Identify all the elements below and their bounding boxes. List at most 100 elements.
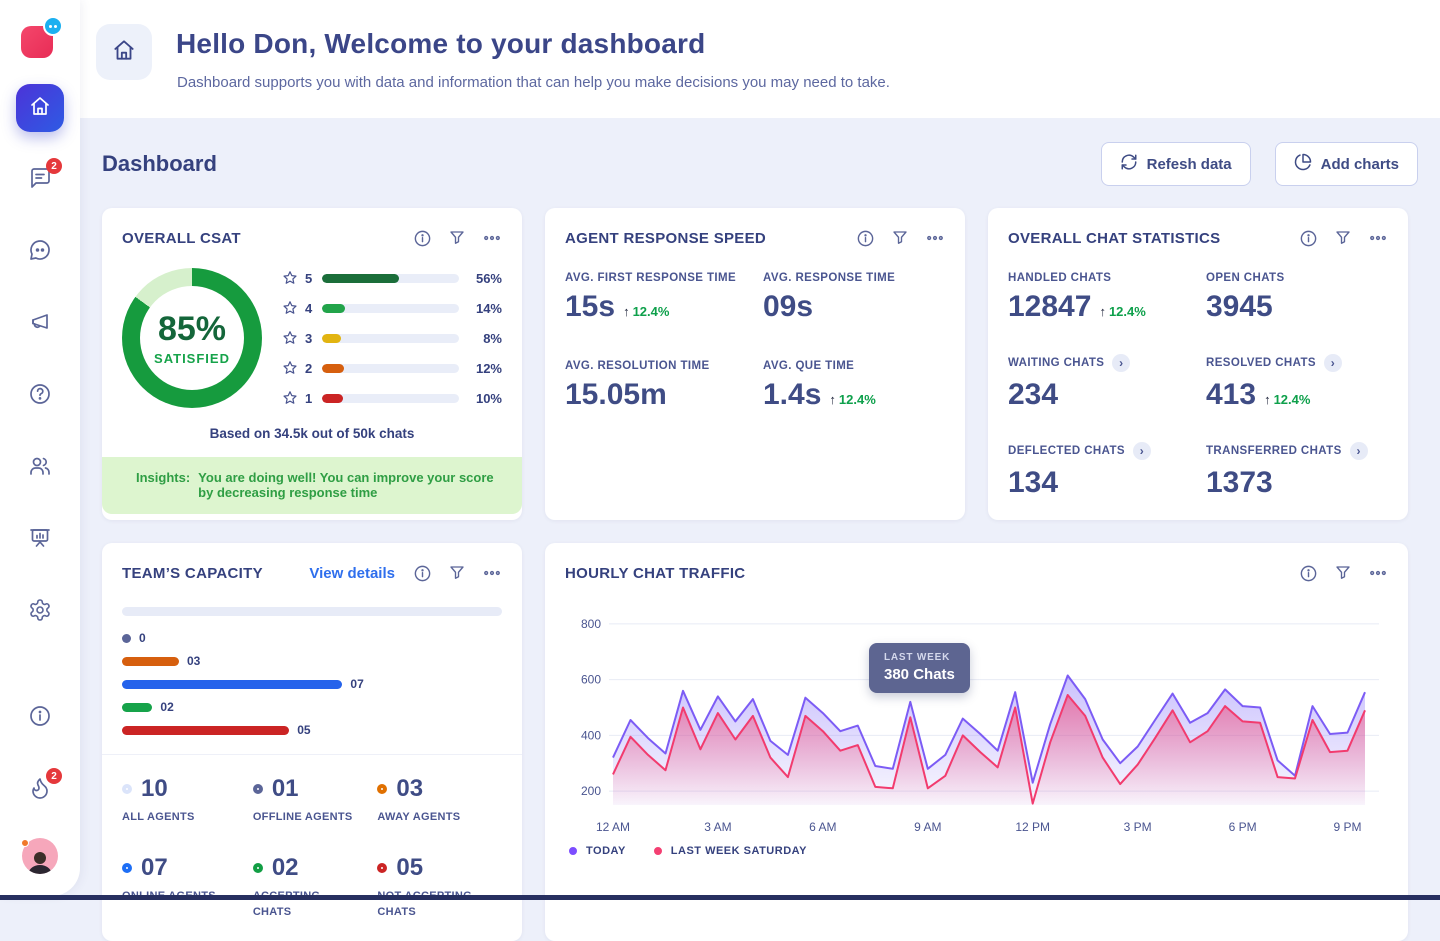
svg-text:12 PM: 12 PM — [1015, 820, 1050, 834]
agent-count: 10 — [141, 775, 168, 802]
legend-item[interactable]: LAST WEEK SATURDAY — [653, 845, 807, 857]
agent-count: 07 — [141, 853, 168, 881]
legend-ring-icon — [569, 847, 577, 855]
info-icon[interactable] — [856, 229, 875, 248]
star-icon — [282, 390, 298, 406]
status-ring-icon — [252, 784, 263, 794]
sidebar-item-teams[interactable] — [16, 444, 64, 492]
chevron-right-icon[interactable]: › — [1349, 442, 1368, 460]
traffic-chart[interactable]: 200 400 600 800 12 AM 3 AM 6 AM 9 AM 12 PM 3 PM 6 … — [565, 593, 1388, 841]
capacity-bar-value: 02 — [160, 700, 174, 714]
metric-value: 3945 — [1206, 290, 1273, 323]
csat-ratings: 5 56% 4 14% 3 8% 2 12% 1 10% — [282, 270, 502, 406]
more-menu-icon[interactable] — [1368, 563, 1388, 583]
sidebar-item-reports[interactable] — [16, 516, 64, 564]
capacity-bars: 0 03 07 02 05 — [122, 630, 502, 738]
metric-label: AVG. FIRST RESPONSE TIME — [565, 272, 737, 284]
metric-tile: RESOLVED CHATS › 413 ↑ 12.4% — [1206, 354, 1388, 412]
svg-text:600: 600 — [581, 673, 601, 687]
filter-icon[interactable] — [1334, 564, 1352, 582]
view-details-link[interactable]: View details — [309, 565, 395, 582]
svg-text:12 AM: 12 AM — [596, 820, 630, 834]
insights-label: Insights: — [136, 470, 191, 485]
sidebar: 2 2 — [0, 0, 80, 896]
info-icon[interactable] — [413, 229, 432, 248]
metric-value: 12847 — [1008, 290, 1092, 323]
sidebar-item-info[interactable] — [16, 694, 64, 742]
chevron-right-icon[interactable]: › — [1112, 354, 1131, 372]
capacity-bar-row: 02 — [122, 699, 502, 715]
rating-percent: 56% — [475, 270, 502, 286]
metric-tile: TRANSFERRED CHATS › 1373 — [1206, 442, 1388, 500]
filter-icon[interactable] — [891, 229, 909, 247]
chat-stats-title: OVERALL CHAT STATISTICS — [1008, 229, 1221, 247]
main-content: Dashboard Refesh data Add charts OVERALL… — [80, 118, 1440, 941]
sidebar-item-campaigns[interactable] — [16, 300, 64, 348]
csat-insights: Insights: You are doing well! You can im… — [102, 457, 522, 514]
header-home-chip[interactable] — [96, 24, 152, 80]
info-icon[interactable] — [1299, 229, 1318, 248]
metric-tile: WAITING CHATS › 234 — [1008, 354, 1190, 412]
agent-stat-label: ALL AGENTS — [122, 811, 195, 823]
sidebar-item-conversations[interactable] — [16, 228, 64, 276]
status-ring-icon — [122, 784, 132, 794]
svg-text:3 AM: 3 AM — [704, 820, 731, 834]
refresh-icon — [1120, 153, 1138, 175]
star-icon — [282, 270, 298, 286]
metric-value: 1373 — [1206, 466, 1273, 499]
agent-stat: 02 ACCEPTING CHATS — [252, 854, 378, 921]
svg-text:3 PM: 3 PM — [1124, 820, 1152, 834]
agent-stat-label: ACCEPTING CHATS — [252, 890, 320, 918]
more-menu-icon[interactable] — [482, 228, 502, 248]
rating-percent: 8% — [483, 330, 502, 346]
sidebar-item-home[interactable] — [16, 84, 64, 132]
csat-rating-row: 4 14% — [282, 300, 502, 316]
home-icon — [28, 94, 52, 123]
more-menu-icon[interactable] — [1368, 228, 1388, 248]
capacity-bar — [122, 725, 290, 735]
info-icon[interactable] — [1299, 564, 1318, 583]
chats-badge: 2 — [46, 158, 62, 174]
teams-icon — [28, 454, 52, 483]
chevron-right-icon[interactable]: › — [1323, 354, 1342, 372]
star-count: 5 — [305, 270, 313, 286]
more-menu-icon[interactable] — [925, 228, 945, 248]
agent-stat-label: OFFLINE AGENTS — [252, 811, 353, 823]
metric-tile: AVG. QUE TIME 1.4s ↑ 12.4% — [763, 360, 945, 412]
arrow-up-icon: ↑ — [1264, 392, 1271, 407]
sidebar-nav: 2 — [16, 84, 64, 660]
filter-icon[interactable] — [448, 229, 466, 247]
sidebar-item-whats-new[interactable]: 2 — [16, 766, 64, 814]
metric-label: AVG. RESOLUTION TIME — [565, 360, 710, 372]
chevron-right-icon[interactable]: › — [1132, 442, 1151, 460]
traffic-chart-canvas[interactable]: 200 400 600 800 12 AM 3 AM 6 AM 9 AM 12 PM 3 PM 6 … — [565, 593, 1384, 841]
rating-bar-track — [322, 273, 459, 283]
filter-icon[interactable] — [1334, 229, 1352, 247]
sidebar-item-settings[interactable] — [16, 588, 64, 636]
more-menu-icon[interactable] — [482, 563, 502, 583]
agent-count: 05 — [396, 853, 424, 881]
metric-label: DEFLECTED CHATS — [1008, 445, 1125, 457]
info-icon[interactable] — [413, 564, 432, 583]
sidebar-item-help[interactable] — [16, 372, 64, 420]
rating-bar-track — [322, 303, 459, 313]
capacity-bar-value: 05 — [297, 723, 311, 737]
capacity-bar-row: 05 — [122, 722, 502, 738]
metric-value: 234 — [1008, 378, 1059, 411]
capacity-bar-value: 07 — [350, 677, 364, 691]
add-charts-button[interactable]: Add charts — [1274, 142, 1418, 186]
whats-new-badge: 2 — [46, 768, 62, 784]
csat-rating-row: 2 12% — [282, 360, 502, 376]
refresh-data-button[interactable]: Refesh data — [1100, 142, 1251, 186]
star-icon — [282, 330, 298, 346]
sidebar-item-chats[interactable]: 2 — [16, 156, 64, 204]
legend-item[interactable]: TODAY — [569, 845, 626, 857]
pie-chart-icon — [1294, 153, 1312, 175]
filter-icon[interactable] — [448, 564, 466, 582]
status-ring-icon — [252, 862, 263, 873]
svg-text:200: 200 — [581, 784, 601, 798]
brand-logo[interactable] — [21, 16, 63, 58]
user-avatar[interactable] — [21, 838, 58, 874]
csat-satisfied-label: SATISFIED — [154, 351, 230, 366]
metric-label: WAITING CHATS — [1008, 357, 1105, 369]
